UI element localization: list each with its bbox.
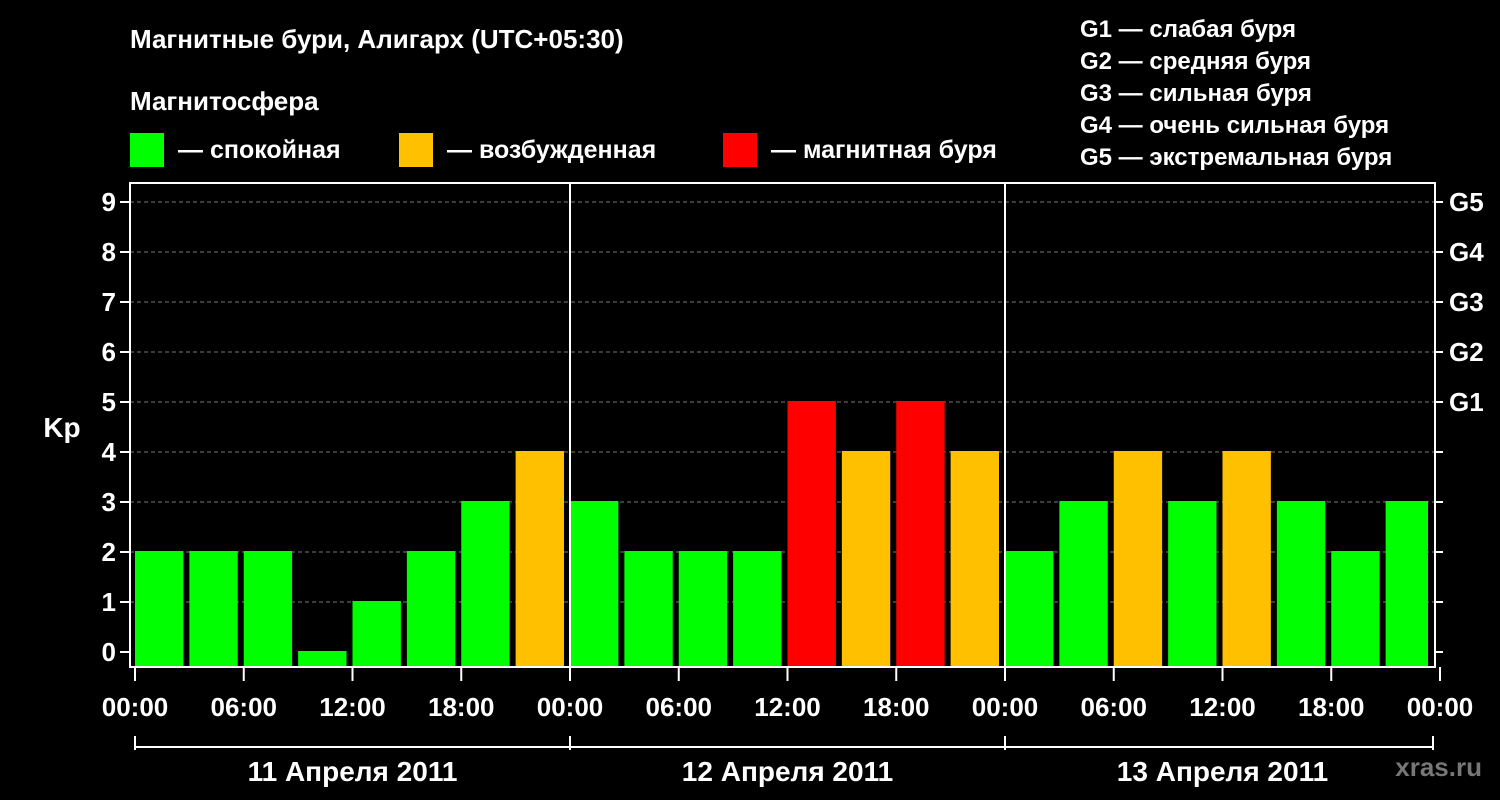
y-tick-label: 5 [102,387,116,417]
kp-chart: 0 1 2 3 4 5 6 7 8 9 G1 G2 G3 G4 G5 Kp 00:00 06:00 12:00 18:… [43,182,1484,787]
x-tick-label: 06:00 [646,692,713,722]
g-level-label: G1 [1449,387,1484,417]
bar [624,551,673,667]
bar [1005,551,1054,667]
g-level-label: G3 [1449,287,1484,317]
y-tick-label: 6 [102,337,116,367]
bar [570,501,619,667]
y-tick-label: 3 [102,487,116,517]
bar [1222,451,1271,667]
bar [733,551,782,667]
x-tick-label: 06:00 [1081,692,1148,722]
x-tick-label: 00:00 [102,692,169,722]
bar [515,451,564,667]
y-tick-label: 4 [102,437,117,467]
y-tick-label: 7 [102,287,116,317]
g-level-label: G2 [1449,337,1484,367]
bar [787,401,836,667]
x-tick-label: 12:00 [754,692,821,722]
y-tick-label: 2 [102,537,116,567]
bar [1276,501,1326,667]
bar [298,651,347,667]
bar [1113,451,1163,667]
day-label: 13 Апреля 2011 [1117,756,1328,787]
y-axis-label: Kp [43,412,80,443]
bar [406,551,456,667]
x-tick-label: 06:00 [211,692,278,722]
bar [1385,501,1428,667]
bar [243,551,293,667]
g-level-label: G4 [1449,237,1484,267]
g-level-label: G5 [1449,187,1484,217]
x-tick-label: 00:00 [537,692,604,722]
y-tick-label: 8 [102,237,116,267]
x-tick-label: 18:00 [428,692,495,722]
x-tick-label: 18:00 [1298,692,1365,722]
bar [896,401,945,667]
credit-watermark: xras.ru [1395,752,1482,782]
bar [189,551,238,667]
day-label: 12 Апреля 2011 [682,756,893,787]
bar [1331,551,1380,667]
y-tick-label: 0 [102,637,116,667]
bar [1059,501,1108,667]
x-tick-label: 18:00 [863,692,930,722]
bar [352,601,401,667]
x-tick-label: 00:00 [1407,692,1474,722]
y-tick-label: 9 [102,187,116,217]
bar [841,451,891,667]
bar [1168,501,1217,667]
bar [678,551,728,667]
x-tick-label: 00:00 [972,692,1039,722]
x-tick-label: 12:00 [1189,692,1256,722]
x-tick-label: 12:00 [319,692,386,722]
bar [950,451,999,667]
bar [461,501,510,667]
day-label: 11 Апреля 2011 [248,756,458,787]
bar [135,551,184,667]
y-tick-label: 1 [102,587,116,617]
